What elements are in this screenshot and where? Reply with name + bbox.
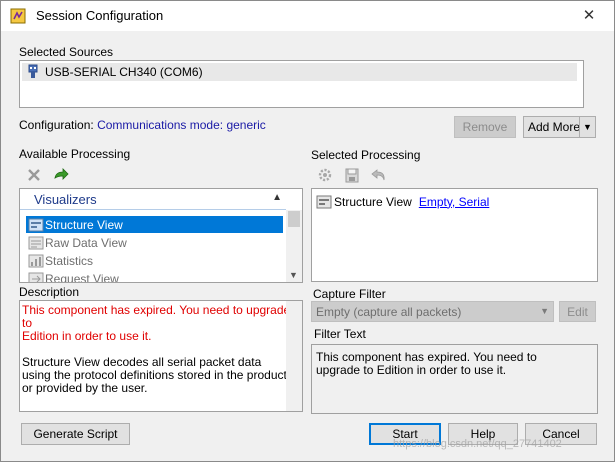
watermark-text: https://blog.csdn.net/qq_27741402 <box>393 438 562 450</box>
request-view-icon <box>28 272 44 282</box>
capture-filter-value: Empty (capture all packets) <box>316 304 462 319</box>
list-item-label: Raw Data View <box>45 235 127 250</box>
list-item-label: Structure View <box>45 217 123 232</box>
list-item-raw-data-view[interactable]: Raw Data View <box>26 234 284 251</box>
structure-view-icon <box>316 195 332 208</box>
add-arrow-icon[interactable] <box>52 166 70 184</box>
processing-config-link[interactable]: Empty, Serial <box>419 195 489 209</box>
selected-sources-list[interactable]: USB-SERIAL CH340 (COM6) <box>19 60 584 108</box>
list-item-statistics[interactable]: Statistics <box>26 252 284 269</box>
close-button[interactable]: ✕ <box>578 5 600 27</box>
undo-icon[interactable] <box>370 166 388 184</box>
capture-filter-select[interactable]: Empty (capture all packets) ▼ <box>311 301 554 322</box>
list-item-structure-view[interactable]: Structure View <box>26 216 283 233</box>
add-more-label: Add More <box>528 120 581 134</box>
session-configuration-window: Session Configuration ✕ Selected Sources… <box>0 0 615 462</box>
description-scrollbar[interactable] <box>286 301 302 411</box>
available-processing-label: Available Processing <box>19 147 131 161</box>
window-title: Session Configuration <box>36 8 164 23</box>
description-box: This component has expired. You need to … <box>19 300 303 412</box>
raw-data-view-icon <box>28 236 44 249</box>
app-logo-icon <box>10 8 26 24</box>
generate-script-button[interactable]: Generate Script <box>21 423 130 445</box>
remove-button[interactable]: Remove <box>454 116 516 138</box>
list-item-label: Request View <box>45 271 119 283</box>
expired-message-line1: This component has expired. You need to … <box>22 303 291 330</box>
source-item[interactable]: USB-SERIAL CH340 (COM6) <box>22 63 577 81</box>
available-processing-scrollbar[interactable]: ▼ <box>286 210 302 282</box>
close-icon: ✕ <box>582 7 596 24</box>
settings-icon[interactable] <box>316 166 334 184</box>
description-label: Description <box>19 285 80 299</box>
selected-sources-label: Selected Sources <box>19 45 114 59</box>
scrollbar-thumb[interactable] <box>288 211 300 227</box>
statistics-icon <box>28 254 44 267</box>
configuration-row: Configuration: Communications mode: gene… <box>19 118 266 132</box>
configuration-label: Configuration: <box>19 118 94 132</box>
filter-text-content: This component has expired. You need to … <box>316 350 537 377</box>
selected-processing-label: Selected Processing <box>311 148 421 162</box>
title-bar: Session Configuration ✕ <box>1 1 614 31</box>
list-item-label: Statistics <box>45 253 94 268</box>
structure-view-icon <box>28 218 44 231</box>
visualizers-group-label: Visualizers <box>34 192 97 207</box>
available-processing-list[interactable]: Visualizers ▲ Structure View Raw Data Vi… <box>19 188 303 283</box>
description-text: Structure View decodes all serial packet… <box>22 355 287 395</box>
selected-processing-item-label: Structure View <box>334 194 412 209</box>
delete-icon[interactable] <box>25 166 43 184</box>
scroll-down-icon[interactable]: ▼ <box>289 270 298 280</box>
chevron-down-icon[interactable]: ▼ <box>579 117 595 137</box>
usb-serial-icon <box>28 64 38 78</box>
source-item-label: USB-SERIAL CH340 (COM6) <box>45 65 203 79</box>
chevron-down-icon[interactable]: ▼ <box>540 306 549 316</box>
expired-message-line2: Edition in order to use it. <box>22 329 152 343</box>
filter-text-box: This component has expired. You need to … <box>311 344 598 414</box>
filter-text-label: Filter Text <box>314 327 366 341</box>
configuration-value: Communications mode: generic <box>97 118 266 132</box>
selected-processing-list[interactable]: Structure View Empty, Serial <box>311 188 598 282</box>
collapse-chevron-icon[interactable]: ▲ <box>272 192 282 203</box>
save-icon[interactable] <box>343 166 361 184</box>
edit-filter-button[interactable]: Edit <box>559 301 596 322</box>
selected-processing-item[interactable]: Structure View Empty, Serial <box>316 193 489 210</box>
capture-filter-label: Capture Filter <box>313 287 386 301</box>
visualizers-group-header[interactable]: Visualizers ▲ <box>20 189 286 210</box>
list-item-request-view[interactable]: Request View <box>26 270 284 283</box>
add-more-button[interactable]: Add More ▼ <box>523 116 596 138</box>
